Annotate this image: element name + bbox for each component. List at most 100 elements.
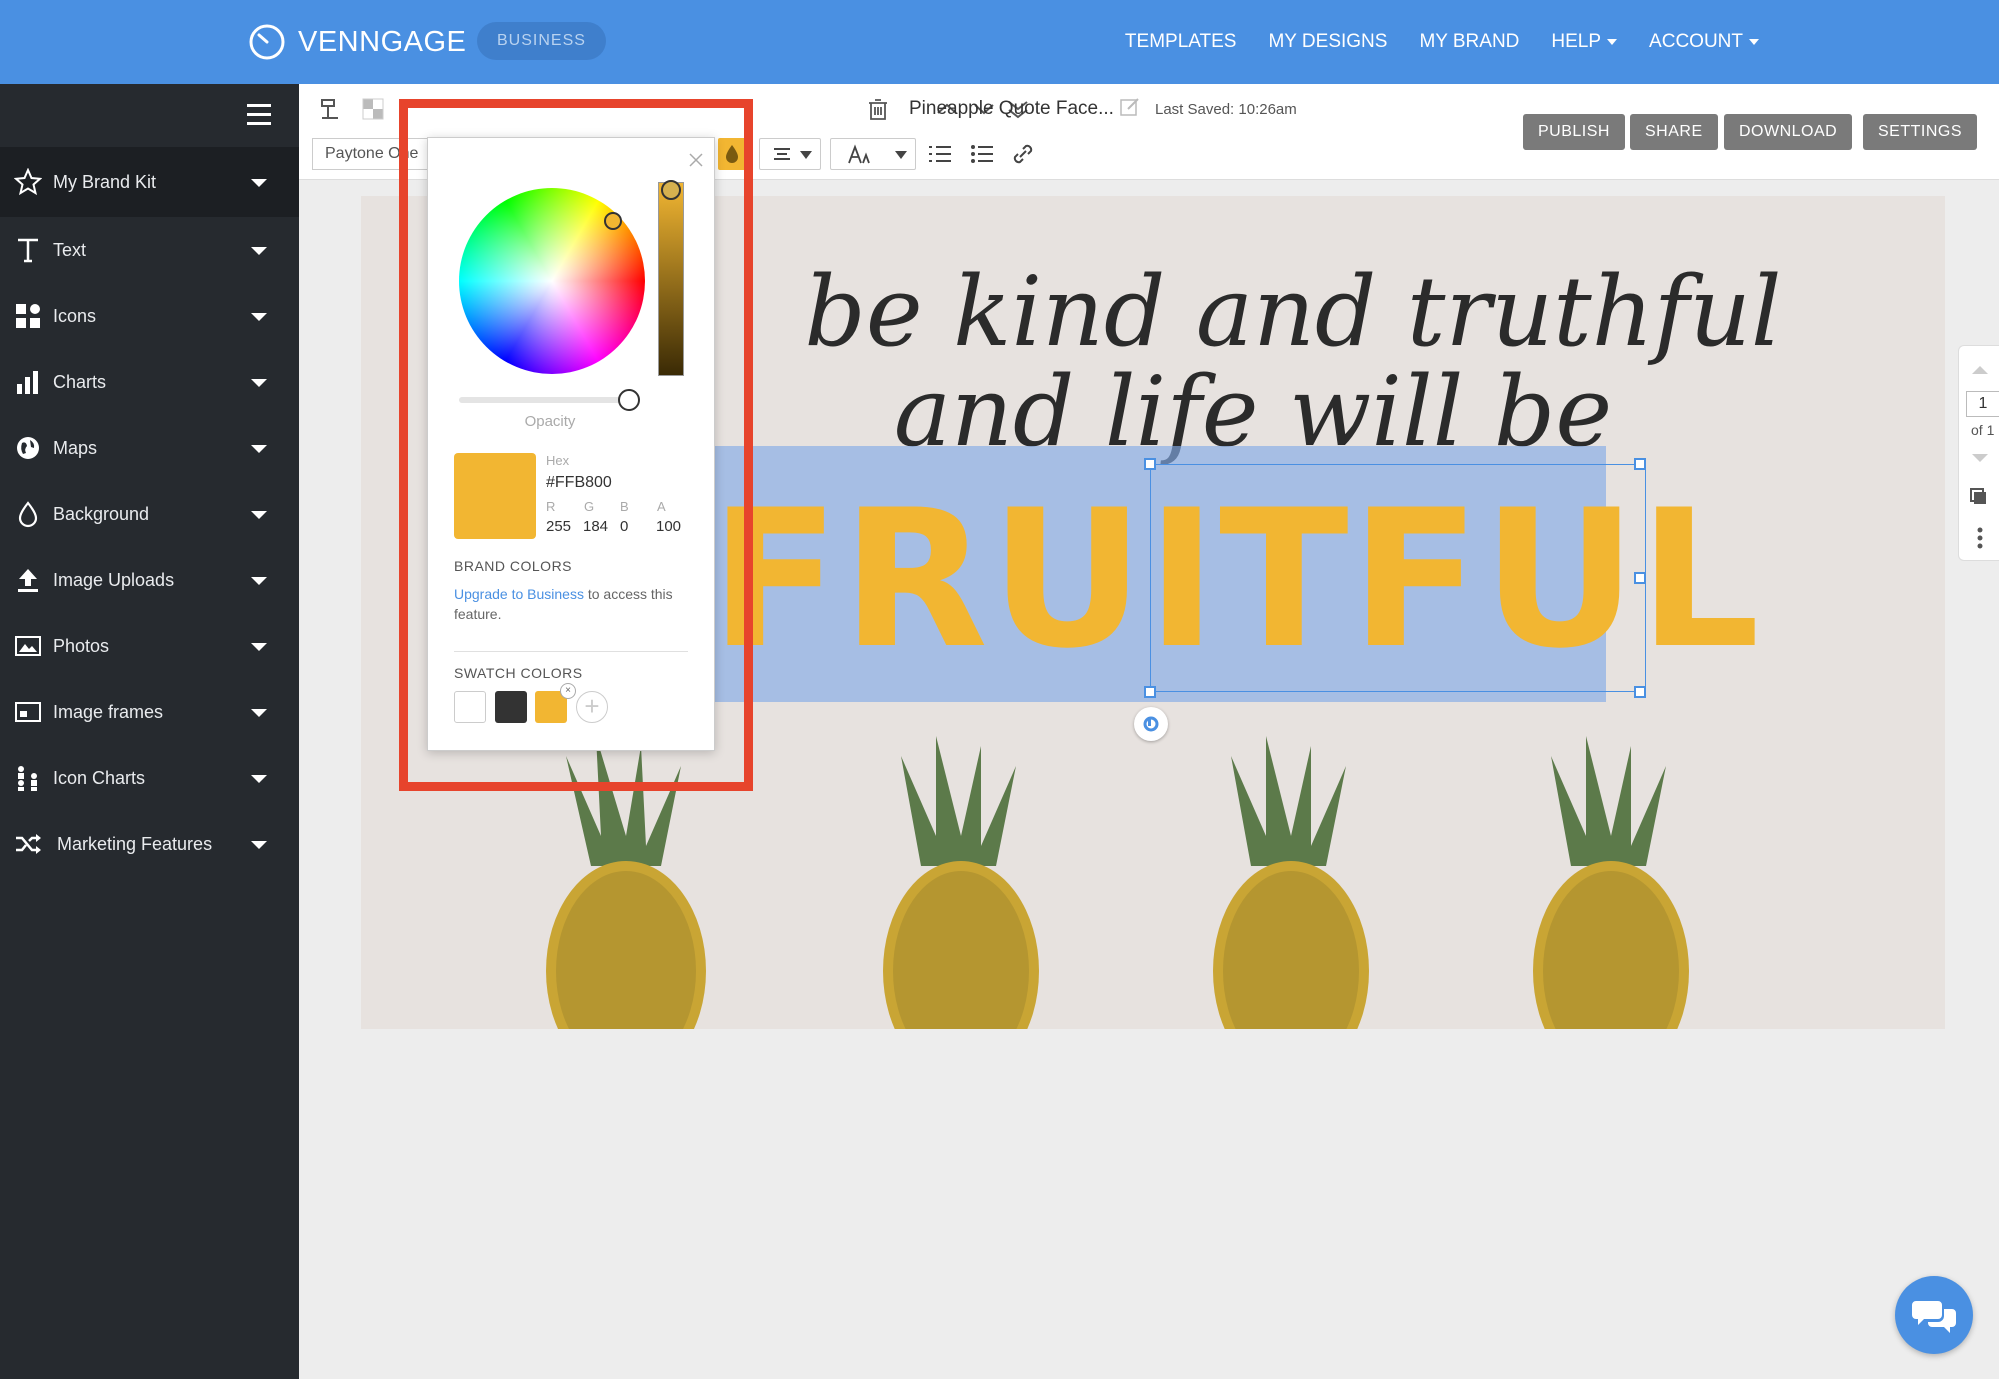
color-picker-popover: Opacity Hex #FFB800 R G B A 255 184 0 10… <box>427 137 715 751</box>
g-input[interactable]: 184 <box>583 518 608 535</box>
star-icon <box>13 167 43 197</box>
caret-down-icon <box>251 179 267 187</box>
bullet-list-icon[interactable] <box>969 141 995 167</box>
font-family-select[interactable]: Paytone One <box>312 138 432 170</box>
sidebar-item-background[interactable]: Background <box>0 481 299 547</box>
sidebar-item-label: Icon Charts <box>53 767 146 788</box>
g-label: G <box>584 499 595 514</box>
remove-swatch-icon[interactable]: × <box>560 683 576 699</box>
opacity-knob[interactable] <box>618 389 640 411</box>
text-color-button[interactable] <box>718 138 746 170</box>
last-saved-status: Last Saved: 10:26am <box>1155 101 1297 118</box>
font-size-icon <box>848 144 870 164</box>
caret-down-icon <box>251 577 267 585</box>
sidebar-item-my-brand-kit[interactable]: My Brand Kit <box>0 147 299 217</box>
hex-input[interactable]: #FFB800 <box>546 474 612 492</box>
resize-handle-ne[interactable] <box>1634 458 1646 470</box>
settings-button[interactable]: SETTINGS <box>1863 114 1978 150</box>
photo-icon <box>13 631 43 661</box>
nav-account[interactable]: ACCOUNT <box>1649 31 1759 53</box>
sidebar-item-marketing-features[interactable]: Marketing Features <box>0 811 299 877</box>
link-icon[interactable] <box>1010 141 1036 167</box>
nav-account-label: ACCOUNT <box>1649 31 1743 52</box>
caret-down-icon <box>251 445 267 453</box>
opacity-slider[interactable] <box>459 397 635 403</box>
brightness-slider[interactable] <box>658 182 684 376</box>
caret-down-icon <box>251 313 267 321</box>
add-swatch-button[interactable]: + <box>576 691 608 723</box>
resize-handle-nw[interactable] <box>1144 458 1156 470</box>
caret-down-icon <box>251 379 267 387</box>
document-title[interactable]: Pineapple Quote Face... <box>909 98 1114 120</box>
resize-handle-e[interactable] <box>1634 572 1646 584</box>
a-input[interactable]: 100 <box>656 518 681 535</box>
nav-templates[interactable]: TEMPLATES <box>1125 31 1237 53</box>
numbered-list-icon[interactable] <box>927 141 953 167</box>
sidebar-item-label: My Brand Kit <box>53 171 157 192</box>
caret-down-icon <box>251 775 267 783</box>
brightness-knob[interactable] <box>661 180 681 200</box>
nav-my-designs-label: MY DESIGNS <box>1268 31 1388 52</box>
close-icon[interactable] <box>686 150 706 170</box>
hex-label: Hex <box>546 453 570 468</box>
sidebar-item-label: Icons <box>53 305 97 326</box>
sidebar-item-label: Photos <box>53 635 110 656</box>
resize-handle-s[interactable] <box>1144 686 1156 698</box>
page-up-icon[interactable] <box>1959 354 1999 384</box>
logo[interactable]: VENNGAGE <box>248 20 466 64</box>
bar-chart-icon <box>13 367 43 397</box>
swatch-dark[interactable] <box>495 691 527 723</box>
caret-down-icon <box>800 151 812 159</box>
nav-templates-label: TEMPLATES <box>1124 31 1237 52</box>
duplicate-page-icon[interactable] <box>1959 483 1999 513</box>
clock-logo-icon <box>249 24 285 60</box>
caret-down-icon <box>251 643 267 651</box>
nav-help[interactable]: HELP <box>1551 31 1618 53</box>
upgrade-link[interactable]: Upgrade to Business <box>454 586 584 602</box>
sidebar-item-image-uploads[interactable]: Image Uploads <box>0 547 299 613</box>
page-number-input[interactable]: 1 <box>1966 391 1999 417</box>
droplet-icon <box>726 145 738 163</box>
resize-handle-se[interactable] <box>1634 686 1646 698</box>
transparency-icon[interactable] <box>360 96 386 122</box>
share-button[interactable]: SHARE <box>1630 114 1718 150</box>
b-input[interactable]: 0 <box>620 518 628 535</box>
format-painter-icon[interactable] <box>318 96 344 122</box>
people-chart-icon <box>13 763 43 793</box>
hamburger-menu-icon[interactable] <box>247 104 271 126</box>
swatch-white[interactable] <box>454 691 486 723</box>
sidebar-item-charts[interactable]: Charts <box>0 349 299 415</box>
rotate-handle[interactable] <box>1134 707 1168 741</box>
brand-colors-title: BRAND COLORS <box>454 558 573 574</box>
sidebar-item-label: Charts <box>53 371 107 392</box>
sidebar-item-icons[interactable]: Icons <box>0 283 299 349</box>
page-count: of 1 <box>1971 422 1995 438</box>
caret-down-icon <box>251 247 267 255</box>
r-input[interactable]: 255 <box>546 518 571 535</box>
align-center-icon <box>774 148 790 160</box>
page-down-icon[interactable] <box>1959 444 1999 474</box>
color-wheel-knob[interactable] <box>604 212 622 230</box>
chat-button[interactable] <box>1895 1276 1973 1354</box>
trash-icon[interactable] <box>865 96 891 122</box>
sidebar-item-icon-charts[interactable]: Icon Charts <box>0 745 299 811</box>
sidebar-item-maps[interactable]: Maps <box>0 415 299 481</box>
nav-my-brand[interactable]: MY BRAND <box>1419 31 1519 53</box>
opacity-label: Opacity <box>524 413 576 430</box>
sidebar-item-image-frames[interactable]: Image frames <box>0 679 299 745</box>
nav-help-label: HELP <box>1551 31 1602 52</box>
sidebar-item-label: Text <box>53 239 87 260</box>
sidebar-item-photos[interactable]: Photos <box>0 613 299 679</box>
nav-my-brand-label: MY BRAND <box>1419 31 1520 52</box>
download-button[interactable]: DOWNLOAD <box>1724 114 1853 150</box>
publish-button[interactable]: PUBLISH <box>1523 114 1625 150</box>
r-label: R <box>546 499 556 514</box>
caret-down-icon <box>251 709 267 717</box>
nav-my-designs[interactable]: MY DESIGNS <box>1268 31 1387 53</box>
text-align-select[interactable] <box>759 138 821 170</box>
plan-badge: BUSINESS <box>477 22 606 60</box>
sidebar-item-text[interactable]: Text <box>0 217 299 283</box>
text-size-select[interactable] <box>830 138 916 170</box>
edit-title-icon[interactable] <box>1119 96 1141 118</box>
more-options-icon[interactable] <box>1959 523 1999 553</box>
